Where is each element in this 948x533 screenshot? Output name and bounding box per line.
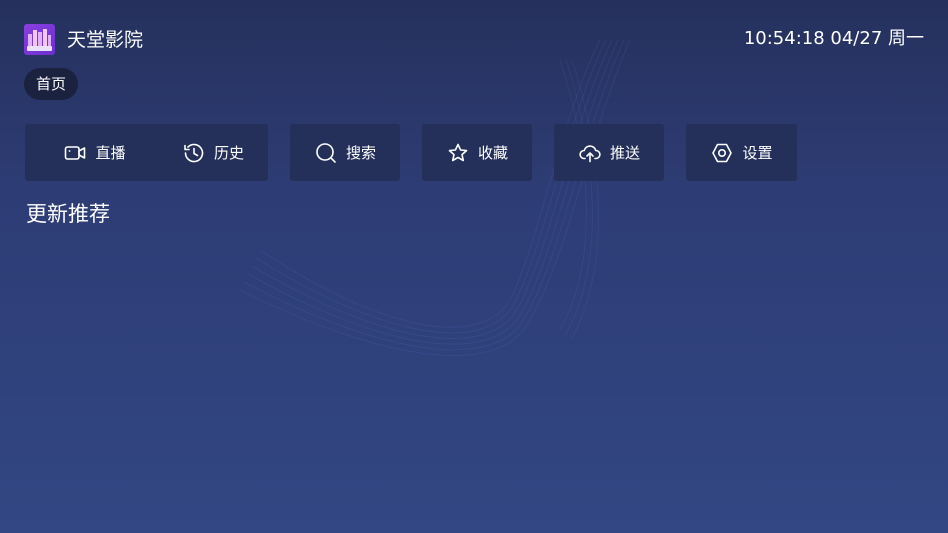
favorite-button[interactable]: 收藏: [422, 124, 532, 181]
search-icon: [314, 141, 338, 165]
settings-button-label: 设置: [742, 144, 773, 162]
history-button-label: 历史: [213, 144, 244, 162]
app-title: 天堂影院: [67, 29, 144, 51]
history-button[interactable]: 历史: [158, 124, 268, 181]
clock-datetime: 10:54:18 04/27 周一: [743, 28, 924, 49]
section-title-recommend: 更新推荐: [26, 202, 110, 226]
cloud-upload-icon: [578, 141, 602, 165]
settings-button[interactable]: 设置: [686, 124, 797, 181]
push-button-label: 推送: [609, 144, 640, 162]
app-logo-icon: [24, 24, 55, 55]
live-button[interactable]: 直播: [25, 124, 164, 181]
search-button[interactable]: 搜索: [290, 124, 400, 181]
tab-home[interactable]: 首页: [24, 68, 79, 100]
favorite-button-label: 收藏: [477, 144, 508, 162]
history-icon: [182, 141, 206, 165]
background-wave-decoration: [239, 39, 631, 356]
push-button[interactable]: 推送: [554, 124, 664, 181]
video-camera-icon: [63, 141, 87, 165]
search-button-label: 搜索: [345, 144, 376, 162]
star-icon: [446, 141, 470, 165]
settings-icon: [710, 141, 734, 165]
live-button-label: 直播: [95, 144, 126, 162]
